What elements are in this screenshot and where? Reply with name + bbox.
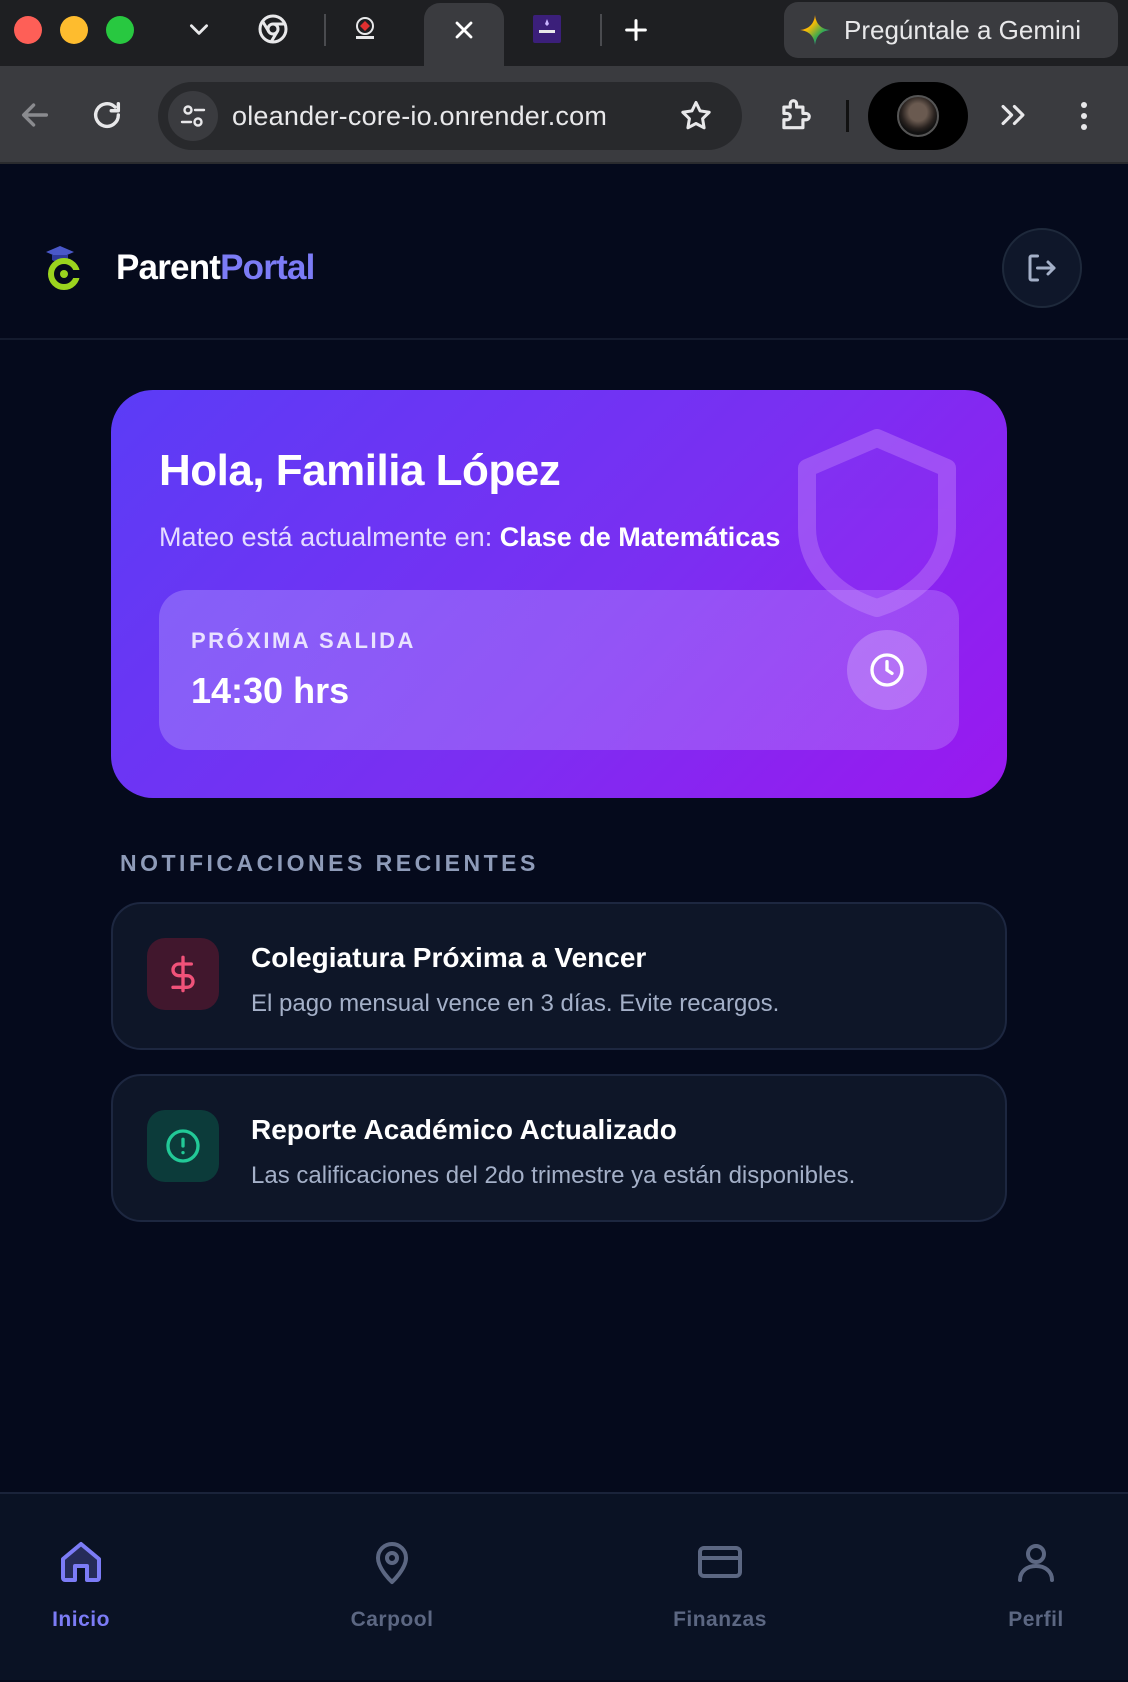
close-window-button[interactable]	[14, 16, 42, 44]
nav-item-inicio[interactable]: Inicio	[0, 1494, 181, 1682]
reload-icon[interactable]	[90, 98, 124, 132]
notification-body: Las calificaciones del 2do trimestre ya …	[251, 1162, 856, 1189]
chrome-favicon-icon[interactable]	[258, 14, 288, 44]
avatar	[897, 95, 939, 137]
clock-button[interactable]	[847, 630, 927, 710]
bottom-navigation: Inicio Carpool Finanzas Perfil	[0, 1492, 1128, 1680]
status-prefix: Mateo está actualmente en:	[159, 522, 500, 552]
brand-part-portal: Portal	[220, 248, 315, 287]
url-text: oleander-core-io.onrender.com	[232, 100, 608, 131]
app-header: ParentPortal	[0, 164, 1128, 340]
gemini-sparkle-icon	[800, 15, 830, 45]
dollar-icon	[171, 955, 195, 993]
profile-button[interactable]	[868, 82, 968, 150]
new-tab-plus-icon[interactable]	[622, 16, 650, 44]
notification-body: El pago mensual vence en 3 días. Evite r…	[251, 990, 780, 1017]
clock-icon	[870, 653, 904, 687]
home-icon	[61, 1542, 101, 1582]
notification-title: Colegiatura Próxima a Vencer	[251, 942, 647, 973]
next-exit-label: PRÓXIMA SALIDA	[191, 628, 416, 653]
brand-part-parent: Parent	[116, 248, 221, 287]
greeting-card: Hola, Familia López Mateo está actualmen…	[111, 390, 1007, 798]
notifications-heading: NOTIFICACIONES RECIENTES	[120, 850, 539, 876]
toolbar-separator	[846, 100, 849, 132]
brand-name: ParentPortal	[116, 248, 315, 288]
nav-item-carpool[interactable]: Carpool	[292, 1494, 492, 1682]
serve-favicon-icon[interactable]	[532, 14, 562, 44]
oleander-favicon-icon[interactable]	[350, 14, 380, 44]
gemini-label: Pregúntale a Gemini	[844, 14, 1082, 45]
status-location: Clase de Matemáticas	[499, 522, 781, 552]
student-status: Mateo está actualmente en: Clase de Mate…	[159, 522, 780, 553]
alert-circle-icon	[166, 1129, 200, 1163]
tune-icon	[180, 105, 206, 127]
credit-card-icon	[698, 1546, 742, 1578]
maximize-window-button[interactable]	[106, 16, 134, 44]
tab-separator	[324, 14, 326, 46]
notification-item[interactable]: Colegiatura Próxima a Vencer El pago men…	[111, 902, 1007, 1050]
nav-item-finanzas[interactable]: Finanzas	[620, 1494, 820, 1682]
next-exit-time: 14:30 hrs	[191, 670, 350, 711]
next-exit-card: PRÓXIMA SALIDA 14:30 hrs	[159, 590, 959, 750]
bookmark-star-icon[interactable]	[678, 98, 714, 134]
nav-label: Finanzas	[673, 1608, 767, 1631]
address-bar[interactable]: oleander-core-io.onrender.com	[158, 82, 742, 150]
graduation-logo-icon	[46, 246, 82, 290]
notification-item[interactable]: Reporte Académico Actualizado Las califi…	[111, 1074, 1007, 1222]
double-chevron-right-icon[interactable]	[996, 98, 1030, 132]
nav-item-perfil[interactable]: Perfil	[936, 1494, 1128, 1682]
extensions-puzzle-icon[interactable]	[776, 96, 814, 134]
nav-label: Inicio	[52, 1608, 110, 1631]
notification-title: Reporte Académico Actualizado	[251, 1114, 677, 1145]
notification-icon-badge	[147, 1110, 219, 1182]
logout-button[interactable]	[1002, 228, 1082, 308]
tab-search-chevron-icon[interactable]	[186, 16, 212, 42]
greeting-title: Hola, Familia López	[159, 446, 561, 495]
minimize-window-button[interactable]	[60, 16, 88, 44]
tab-separator	[600, 14, 602, 46]
nav-label: Carpool	[350, 1608, 434, 1631]
site-info-button[interactable]	[168, 91, 218, 141]
back-arrow-icon[interactable]	[18, 98, 52, 132]
more-vertical-icon[interactable]	[1072, 98, 1096, 134]
logout-icon	[1028, 254, 1056, 282]
browser-tab-strip: Pregúntale a Gemini	[0, 0, 1128, 69]
user-icon	[1018, 1544, 1054, 1582]
close-tab-icon[interactable]	[450, 16, 478, 44]
notification-icon-badge	[147, 938, 219, 1010]
map-pin-icon	[376, 1542, 408, 1584]
ask-gemini-button[interactable]: Pregúntale a Gemini	[784, 2, 1118, 58]
nav-label: Perfil	[1008, 1608, 1064, 1631]
